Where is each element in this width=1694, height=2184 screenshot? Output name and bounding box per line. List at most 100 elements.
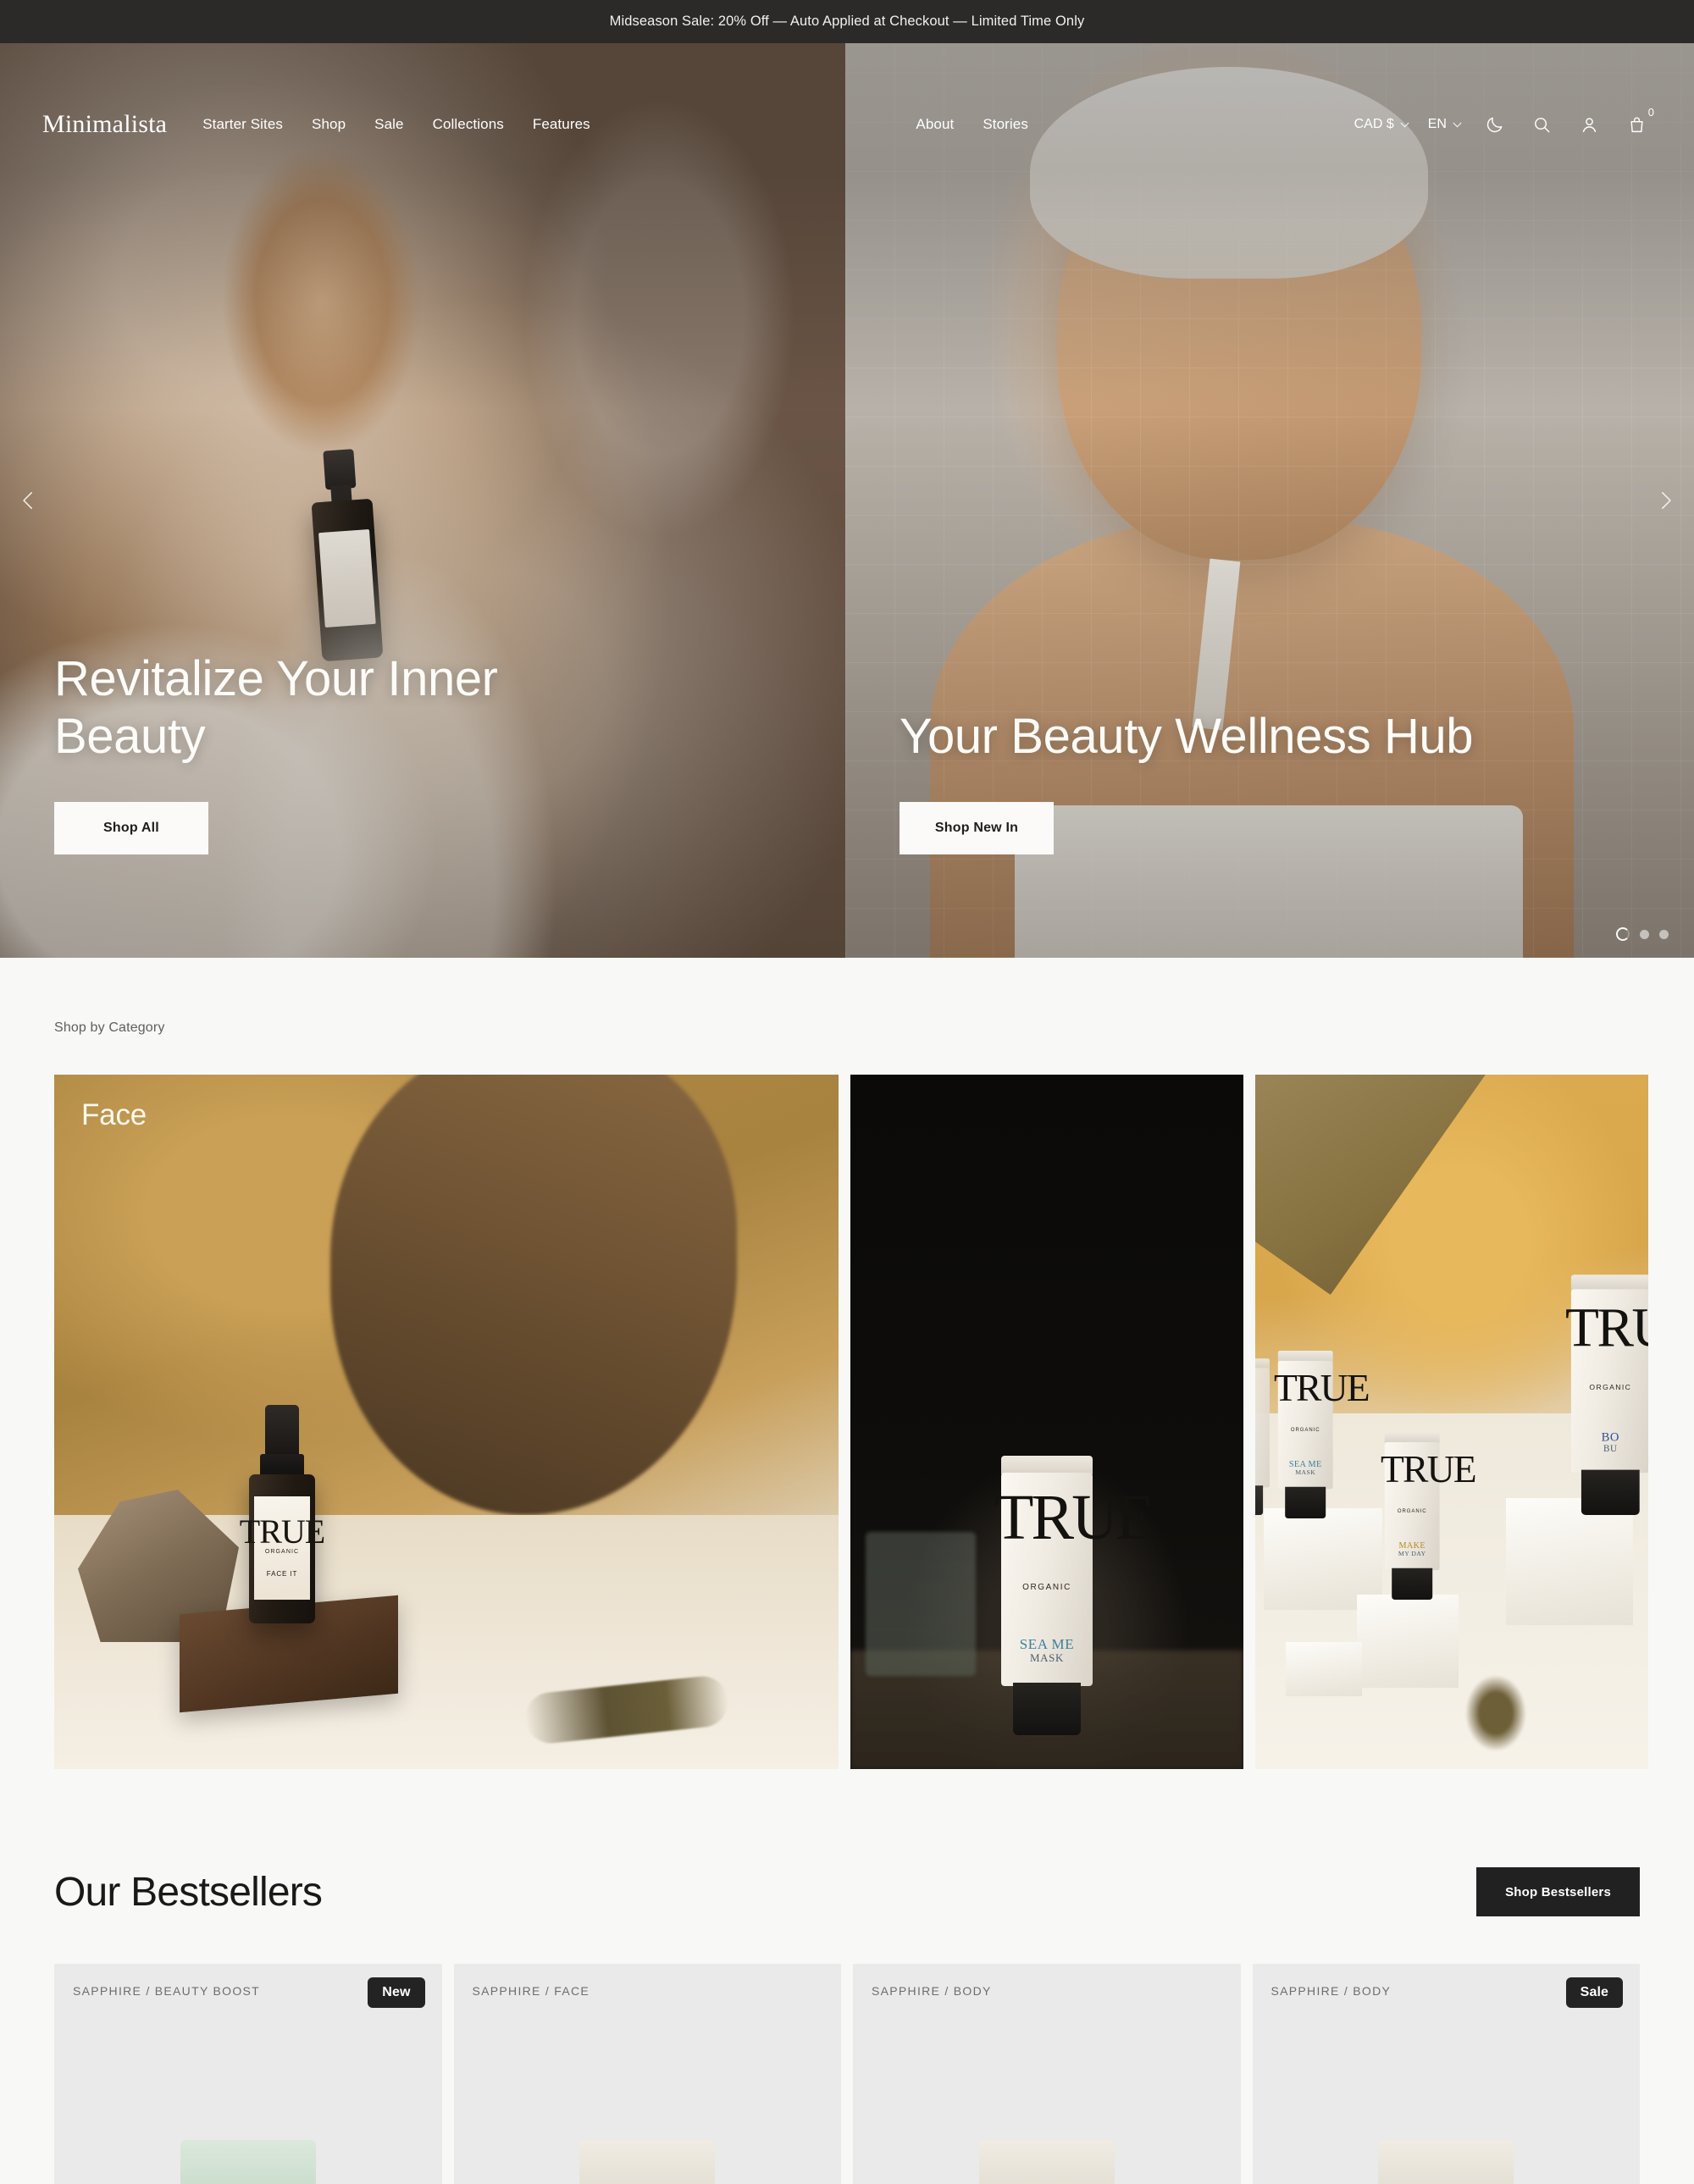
carousel-prev-button[interactable]: [7, 478, 51, 523]
product-card[interactable]: SAPPHIRE / FACE: [453, 1964, 841, 2184]
carousel-dot-2[interactable]: [1640, 929, 1649, 939]
product-card-meta: SAPPHIRE / BODY: [872, 1984, 992, 1998]
product-card[interactable]: SAPPHIRE / BEAUTY BOOST New: [54, 1964, 442, 2184]
plinth-prop: [1357, 1595, 1459, 1688]
moon-icon: [1487, 117, 1503, 132]
shopping-bag-icon: [1630, 117, 1644, 132]
plinth-prop: [1506, 1498, 1633, 1625]
currency-selector[interactable]: CAD $: [1354, 117, 1409, 132]
product-brand-sub-text: ORGANIC: [1022, 1583, 1071, 1592]
glass-prop: [866, 1532, 976, 1676]
category-eyebrow: Shop by Category: [54, 1020, 165, 1035]
product-variant-text: MAKE MY DAY: [1398, 1540, 1426, 1557]
search-icon: [1535, 117, 1550, 132]
nav-item-sale[interactable]: Sale: [374, 116, 403, 133]
burlap-drape-prop: [1255, 1075, 1509, 1295]
carousel-dot-3[interactable]: [1659, 929, 1669, 939]
nav-item-about[interactable]: About: [916, 116, 954, 133]
product-card-meta: SAPPHIRE / BODY: [1270, 1984, 1392, 1998]
hero-slide-2[interactable]: Your Beauty Wellness Hub Shop New In: [845, 43, 1694, 958]
language-selector[interactable]: EN: [1428, 117, 1462, 132]
product-variant-text: FACE IT: [266, 1569, 298, 1578]
product-brand-text: TRUE: [239, 1512, 325, 1551]
carousel-next-button[interactable]: [1643, 478, 1687, 523]
nav-item-collections[interactable]: Collections: [433, 116, 504, 133]
category-card-label: Face: [81, 1098, 147, 1131]
product-card[interactable]: SAPPHIRE / BODY Sale: [1252, 1964, 1640, 2184]
announcement-text: Midseason Sale: 20% Off — Auto Applied a…: [609, 14, 1085, 29]
site-logo[interactable]: Minimalista: [42, 110, 167, 139]
product-variant-text: SEA ME MASK: [1288, 1458, 1322, 1476]
product-brand-text: TRUE: [994, 1482, 1154, 1553]
category-card-2[interactable]: TRUE ORGANIC SEA ME MASK: [850, 1075, 1243, 1769]
carousel-pagination: [1616, 927, 1669, 941]
product-card-image: [978, 2140, 1115, 2184]
chevron-left-icon: [23, 492, 33, 509]
currency-value: CAD $: [1354, 117, 1394, 131]
hero-title-1: Revitalize Your Inner Beauty: [54, 651, 498, 764]
chevron-down-icon: [1453, 122, 1462, 127]
account-button[interactable]: [1575, 110, 1604, 139]
true-organic-make-my-day-tube: TRUE ORGANIC MAKE MY DAY: [1381, 1432, 1477, 1600]
nav-item-starter-sites[interactable]: Starter Sites: [202, 116, 283, 133]
product-card-image: [180, 2140, 316, 2184]
category-image-2: TRUE ORGANIC SEA ME MASK: [850, 1075, 1243, 1769]
product-brand-text: TRUE: [1274, 1366, 1370, 1409]
product-card[interactable]: SAPPHIRE / BODY: [853, 1964, 1241, 2184]
language-value: EN: [1427, 117, 1447, 131]
category-section: Shop by Category TRUE ORGANIC FACE IT Fa…: [0, 958, 1694, 1820]
cart-button[interactable]: 0: [1623, 106, 1654, 139]
product-card-meta: SAPPHIRE / BEAUTY BOOST: [73, 1984, 261, 1998]
category-card-face[interactable]: TRUE ORGANIC FACE IT Face: [54, 1075, 839, 1769]
plinth-prop: [1286, 1642, 1362, 1696]
product-card-meta: SAPPHIRE / FACE: [472, 1984, 590, 1998]
product-card-badge: New: [368, 1977, 425, 2008]
announcement-bar: Midseason Sale: 20% Off — Auto Applied a…: [0, 0, 1694, 43]
hero-content-1: Revitalize Your Inner Beauty Shop All: [54, 650, 647, 854]
hero-cta-shop-new-in[interactable]: Shop New In: [900, 802, 1054, 854]
product-card-image: [1378, 2140, 1514, 2184]
nav-item-features[interactable]: Features: [533, 116, 590, 133]
product-brand-sub-text: ORGANIC: [1397, 1508, 1427, 1514]
true-organic-body-butter-tube: TRUE ORGANIC BO BU: [1565, 1274, 1648, 1515]
true-organic-sea-me-mask-tube: TRUE ORGANIC SEA ME MASK: [994, 1456, 1154, 1735]
hero-title-2: Your Beauty Wellness Hub: [900, 708, 1474, 764]
header-utilities: CAD $ EN 0: [1354, 106, 1654, 139]
hero-slide-1[interactable]: Revitalize Your Inner Beauty Shop All: [0, 43, 845, 958]
carousel-dot-1[interactable]: [1616, 927, 1630, 941]
primary-nav: Starter Sites Shop Sale Collections Feat…: [202, 116, 590, 133]
category-grid: TRUE ORGANIC FACE IT Face TRUE ORGANIC S…: [0, 1075, 1694, 1769]
chevron-down-icon: [1400, 122, 1409, 127]
product-card-badge: Sale: [1565, 1977, 1623, 2008]
bestsellers-title: Our Bestsellers: [54, 1869, 323, 1915]
search-button[interactable]: [1528, 110, 1557, 139]
product-variant-text: SEA ME MASK: [1019, 1636, 1075, 1664]
shop-bestsellers-button[interactable]: Shop Bestsellers: [1476, 1867, 1640, 1916]
nav-item-stories[interactable]: Stories: [983, 116, 1028, 133]
theme-toggle-button[interactable]: [1481, 110, 1509, 139]
nav-item-shop[interactable]: Shop: [312, 116, 346, 133]
hero-content-2: Your Beauty Wellness Hub Shop New In: [900, 708, 1492, 854]
product-brand-sub-text: ORGANIC: [1290, 1427, 1320, 1433]
site-header: Minimalista Starter Sites Shop Sale Coll…: [0, 86, 1694, 163]
product-brand-text: TRUE: [1565, 1297, 1648, 1359]
bestsellers-section: Our Bestsellers Shop Bestsellers SAPPHIR…: [0, 1820, 1694, 2184]
cart-count-badge: 0: [1647, 106, 1654, 119]
product-card-image: [579, 2140, 716, 2184]
secondary-nav: About Stories: [916, 116, 1028, 133]
category-image-face: TRUE ORGANIC FACE IT: [54, 1075, 839, 1769]
product-brand-text: TRUE: [1381, 1447, 1477, 1490]
true-organic-face-it-bottle: TRUE ORGANIC FACE IT: [240, 1405, 325, 1623]
category-card-3[interactable]: TRUE ORGANIC SEA ME MASK TRUE ORGANIC MA…: [1255, 1075, 1648, 1769]
product-variant-text: BO BU: [1601, 1429, 1619, 1454]
hero-carousel: Minimalista Starter Sites Shop Sale Coll…: [0, 43, 1694, 958]
product-brand-sub-text: ORGANIC: [1589, 1384, 1632, 1392]
category-image-3: TRUE ORGANIC SEA ME MASK TRUE ORGANIC MA…: [1255, 1075, 1648, 1769]
user-icon: [1583, 117, 1597, 132]
bestsellers-grid: SAPPHIRE / BEAUTY BOOST New SAPPHIRE / F…: [54, 1964, 1640, 2184]
bestsellers-header: Our Bestsellers Shop Bestsellers: [54, 1867, 1640, 1916]
true-organic-sea-me-mask-tube: TRUE ORGANIC SEA ME MASK: [1274, 1351, 1370, 1518]
hero-cta-shop-all[interactable]: Shop All: [54, 802, 208, 854]
chevron-right-icon: [1661, 492, 1671, 509]
product-brand-sub-text: ORGANIC: [264, 1548, 300, 1555]
